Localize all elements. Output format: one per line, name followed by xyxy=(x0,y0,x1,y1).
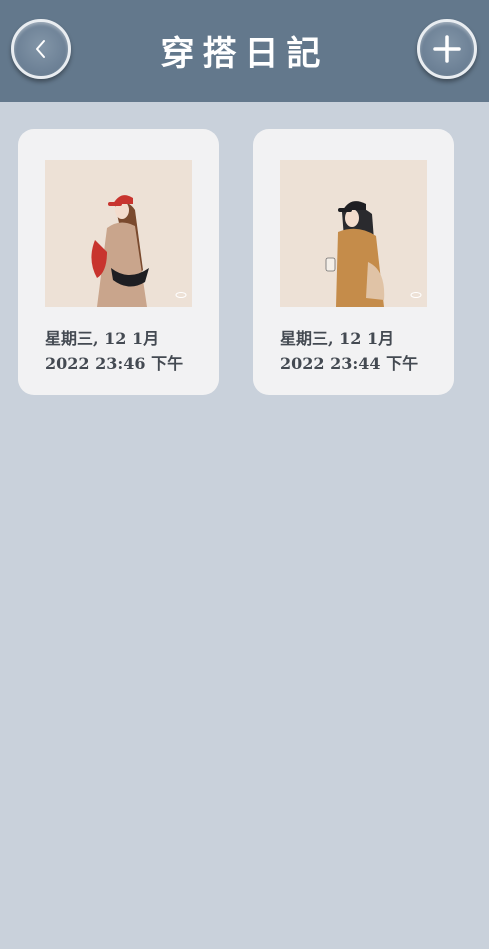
top-bar: 穿搭日記 xyxy=(0,0,489,102)
add-entry-button[interactable] xyxy=(417,19,477,79)
entry-date-line2: 2022 23:44 下午 xyxy=(280,354,419,373)
diary-entry-card[interactable]: 星期三, 12 1月 2022 23:46 下午 xyxy=(18,129,219,395)
plus-icon xyxy=(432,34,462,64)
entry-date: 星期三, 12 1月 2022 23:44 下午 xyxy=(280,326,450,376)
outfit-image xyxy=(45,160,192,307)
entry-date-line2: 2022 23:46 下午 xyxy=(45,354,184,373)
diary-entry-card[interactable]: 星期三, 12 1月 2022 23:44 下午 xyxy=(253,129,454,395)
outfit-image xyxy=(280,160,427,307)
entry-date-line1: 星期三, 12 1月 xyxy=(280,329,395,348)
entry-date-line1: 星期三, 12 1月 xyxy=(45,329,160,348)
entry-date: 星期三, 12 1月 2022 23:46 下午 xyxy=(45,326,215,376)
page-title: 穿搭日記 xyxy=(160,34,329,74)
